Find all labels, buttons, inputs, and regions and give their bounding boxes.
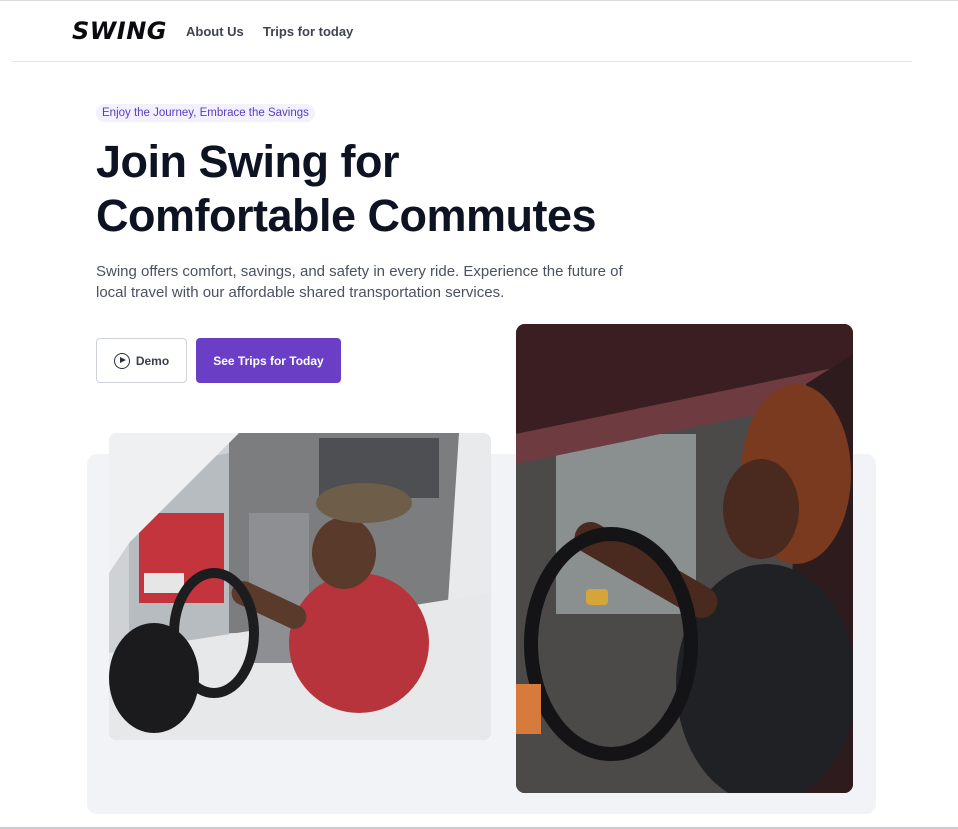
brand-logo[interactable]: SWING: [72, 17, 167, 45]
hero-subtitle-line-2: local travel with our affordable shared …: [96, 284, 505, 301]
hero-title-line-2: Comfortable Commutes: [96, 190, 597, 241]
driver-car-photo: [516, 324, 853, 793]
demo-button-label: Demo: [135, 353, 170, 368]
demo-button[interactable]: Demo: [96, 338, 187, 383]
see-trips-button[interactable]: See Trips for Today: [196, 338, 341, 383]
page: SWING About Us Trips for today Enjoy the…: [0, 0, 958, 829]
play-circle-icon: [113, 352, 130, 369]
hero-badge: Enjoy the Journey, Embrace the Savings: [96, 104, 315, 122]
hero-subtitle-line-1: Swing offers comfort, savings, and safet…: [96, 263, 623, 280]
nav-about-us[interactable]: About Us: [186, 24, 244, 39]
site-header: SWING About Us Trips for today: [12, 1, 912, 62]
driver-van-photo: [109, 433, 491, 740]
nav-trips-for-today[interactable]: Trips for today: [263, 24, 353, 39]
hero-subtitle: Swing offers comfort, savings, and safet…: [96, 261, 696, 303]
hero-title-line-1: Join Swing for: [96, 136, 400, 187]
hero-title: Join Swing for Comfortable Commutes: [96, 135, 736, 243]
